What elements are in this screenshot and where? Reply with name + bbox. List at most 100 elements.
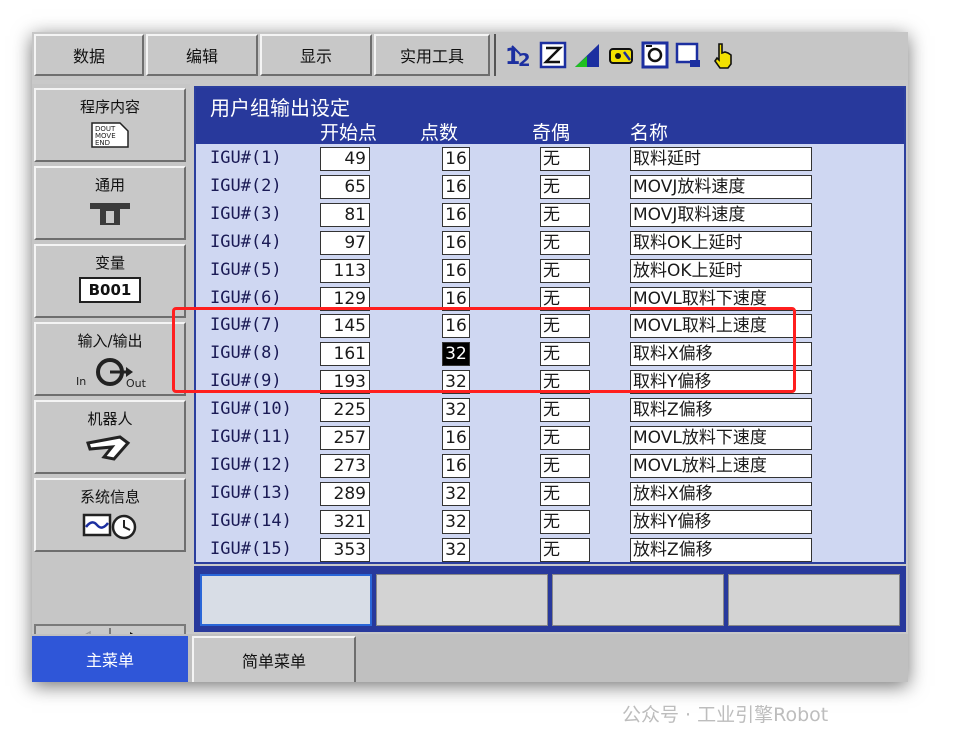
- variable-icon: B001: [79, 277, 141, 303]
- input-cell-2[interactable]: [376, 574, 548, 626]
- point-count-field[interactable]: 32: [442, 398, 470, 423]
- table-row[interactable]: IGU#(14) 321 32 无 放料Y偏移: [196, 509, 904, 537]
- start-point-field[interactable]: 257: [320, 426, 370, 450]
- speed-level-icon: [575, 44, 599, 67]
- menu-utility-button[interactable]: 实用工具: [374, 34, 490, 76]
- hand-pointer-icon: [714, 43, 732, 69]
- parity-field[interactable]: 无: [540, 230, 590, 255]
- parity-field[interactable]: 无: [540, 398, 590, 423]
- io-icon: In Out: [76, 358, 147, 389]
- point-count-field[interactable]: 32: [442, 481, 470, 506]
- point-count-field[interactable]: 16: [442, 174, 470, 199]
- watermark: 公众号 · 工业引擎Robot: [622, 704, 829, 726]
- column-header-name: 名称: [630, 122, 669, 144]
- start-point-field[interactable]: 353: [320, 537, 370, 562]
- name-field[interactable]: 放料OK上延时: [630, 258, 812, 283]
- point-count-field[interactable]: 16: [442, 230, 470, 255]
- input-cell-3[interactable]: [552, 574, 724, 626]
- start-point-field[interactable]: 321: [320, 509, 370, 534]
- point-count-field[interactable]: 16: [442, 453, 470, 478]
- name-field[interactable]: MOVJ取料速度: [630, 202, 812, 227]
- highlight-box: [172, 307, 796, 393]
- sidebar-item-io[interactable]: 输入/输出 In Out: [34, 322, 186, 396]
- start-point-field[interactable]: 113: [320, 258, 370, 283]
- point-count-field[interactable]: 32: [442, 509, 470, 534]
- parity-field[interactable]: 无: [540, 509, 590, 534]
- name-field[interactable]: MOVL放料上速度: [630, 453, 812, 478]
- group-id-label: IGU#(2): [210, 175, 282, 196]
- menu-display-button[interactable]: 显示: [260, 34, 372, 76]
- start-point-field[interactable]: 289: [320, 481, 370, 506]
- parity-field[interactable]: 无: [540, 258, 590, 283]
- name-field[interactable]: 放料Z偏移: [630, 537, 812, 562]
- bottom-menu-bar: 主菜单 简单菜单: [32, 634, 908, 682]
- group-id-label: IGU#(10): [210, 399, 292, 420]
- table-row[interactable]: IGU#(11) 257 16 无 MOVL放料下速度: [196, 425, 904, 453]
- input-buffer-field[interactable]: [200, 574, 372, 626]
- edit-mode-icon: [539, 41, 567, 69]
- name-field[interactable]: 取料Z偏移: [630, 398, 812, 423]
- status-icon-bar: 1 2: [494, 34, 908, 76]
- input-cell-4[interactable]: [728, 574, 900, 626]
- input-line-area: [194, 566, 906, 632]
- start-point-field[interactable]: 81: [320, 202, 370, 227]
- name-field[interactable]: MOVJ放料速度: [630, 174, 812, 199]
- table-row[interactable]: IGU#(10) 225 32 无 取料Z偏移: [196, 397, 904, 425]
- name-field[interactable]: MOVL放料下速度: [630, 426, 812, 450]
- name-field[interactable]: 取料OK上延时: [630, 230, 812, 255]
- name-field[interactable]: 放料Y偏移: [630, 509, 812, 534]
- group-id-label: IGU#(11): [210, 427, 292, 447]
- parity-field[interactable]: 无: [540, 426, 590, 450]
- point-count-field[interactable]: 16: [442, 426, 470, 450]
- point-count-field[interactable]: 32: [442, 537, 470, 562]
- table-row[interactable]: IGU#(2) 65 16 无 MOVJ放料速度: [196, 174, 904, 202]
- sidebar-item-robot[interactable]: 机器人: [34, 400, 186, 474]
- group-id-label: IGU#(14): [210, 510, 292, 531]
- table-row[interactable]: IGU#(13) 289 32 无 放料X偏移: [196, 481, 904, 509]
- group-id-label: IGU#(3): [210, 203, 282, 224]
- tab-main-menu[interactable]: 主菜单: [32, 636, 188, 682]
- table-row[interactable]: IGU#(1) 49 16 无 取料延时: [196, 146, 904, 174]
- start-point-field[interactable]: 65: [320, 174, 370, 199]
- name-field[interactable]: 取料延时: [630, 147, 812, 171]
- parity-field[interactable]: 无: [540, 481, 590, 506]
- system-info-icon: [82, 513, 137, 540]
- parity-field[interactable]: 无: [540, 147, 590, 171]
- sidebar-item-general[interactable]: 通用: [34, 166, 186, 240]
- point-count-field[interactable]: 16: [442, 147, 470, 171]
- start-point-field[interactable]: 273: [320, 453, 370, 478]
- start-point-field[interactable]: 97: [320, 230, 370, 255]
- tab-simple-menu[interactable]: 简单菜单: [192, 636, 356, 682]
- menu-edit-button[interactable]: 编辑: [146, 34, 258, 76]
- parity-field[interactable]: 无: [540, 174, 590, 199]
- sidebar-item-label: 通用: [94, 176, 125, 194]
- page-title: 用户组输出设定: [210, 96, 350, 120]
- sidebar-item-label: 输入/输出: [77, 332, 143, 350]
- sidebar-item-label: 系统信息: [79, 488, 140, 506]
- name-field[interactable]: 放料X偏移: [630, 481, 812, 506]
- point-count-field[interactable]: 16: [442, 258, 470, 283]
- parity-field[interactable]: 无: [540, 202, 590, 227]
- table-row[interactable]: IGU#(5) 113 16 无 放料OK上延时: [196, 258, 904, 286]
- parity-field[interactable]: 无: [540, 537, 590, 562]
- table-row[interactable]: IGU#(4) 97 16 无 取料OK上延时: [196, 230, 904, 258]
- table-row[interactable]: IGU#(3) 81 16 无 MOVJ取料速度: [196, 202, 904, 230]
- start-point-field[interactable]: 225: [320, 398, 370, 423]
- table-row[interactable]: IGU#(15) 353 32 无 放料Z偏移: [196, 537, 904, 565]
- table-row[interactable]: IGU#(12) 273 16 无 MOVL放料上速度: [196, 453, 904, 481]
- svg-text:END: END: [95, 139, 110, 147]
- servo-status-icon: [641, 41, 669, 69]
- sidebar-item-system-info[interactable]: 系统信息: [34, 478, 186, 552]
- sidebar-item-program-content[interactable]: 程序内容 DOUT MOVE END: [34, 88, 186, 162]
- group-id-label: IGU#(12): [210, 454, 292, 475]
- svg-text:Out: Out: [126, 377, 147, 389]
- sidebar-item-label: 机器人: [87, 410, 133, 428]
- point-count-field[interactable]: 16: [442, 202, 470, 227]
- sidebar-item-variable[interactable]: 变量 B001: [34, 244, 186, 318]
- start-point-field[interactable]: 49: [320, 147, 370, 171]
- column-header-start: 开始点: [320, 122, 378, 144]
- left-sidebar: 程序内容 DOUT MOVE END 通用 变量 B001 输入/输出 In O…: [32, 84, 190, 680]
- menu-data-button[interactable]: 数据: [34, 34, 144, 76]
- window-status-icon: [675, 42, 700, 67]
- parity-field[interactable]: 无: [540, 453, 590, 478]
